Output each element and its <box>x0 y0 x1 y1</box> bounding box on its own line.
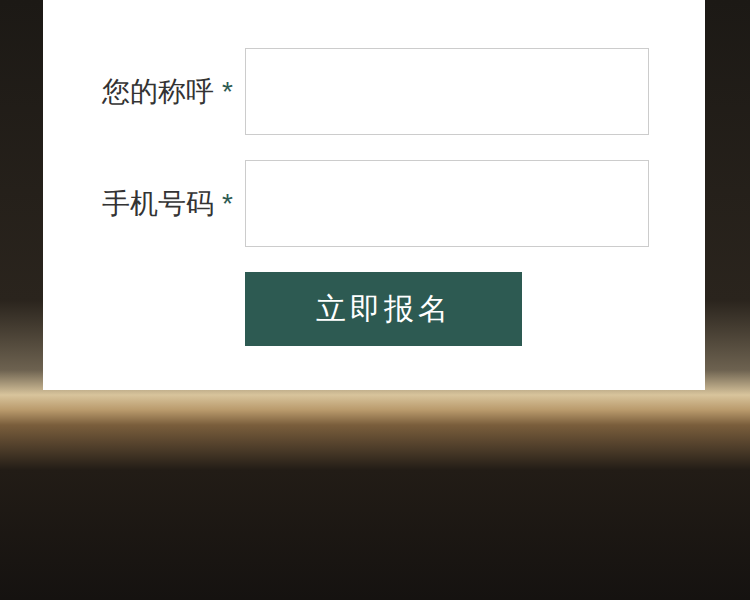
form-row: 您的称呼 * <box>43 48 705 135</box>
required-mark: * <box>222 76 233 108</box>
field-label: 您的称呼 * <box>43 73 233 111</box>
submit-button[interactable]: 立即报名 <box>245 272 522 346</box>
form-row: 手机号码 * <box>43 160 705 247</box>
label-text: 您的称呼 <box>102 73 214 111</box>
text-input[interactable] <box>245 48 649 135</box>
label-text: 手机号码 <box>102 185 214 223</box>
signup-page: 您的称呼 * 手机号码 * 立即报名 <box>0 0 750 600</box>
signup-form: 您的称呼 * 手机号码 * 立即报名 <box>43 0 705 390</box>
required-mark: * <box>222 188 233 220</box>
field-label: 手机号码 * <box>43 185 233 223</box>
text-input[interactable] <box>245 160 649 247</box>
